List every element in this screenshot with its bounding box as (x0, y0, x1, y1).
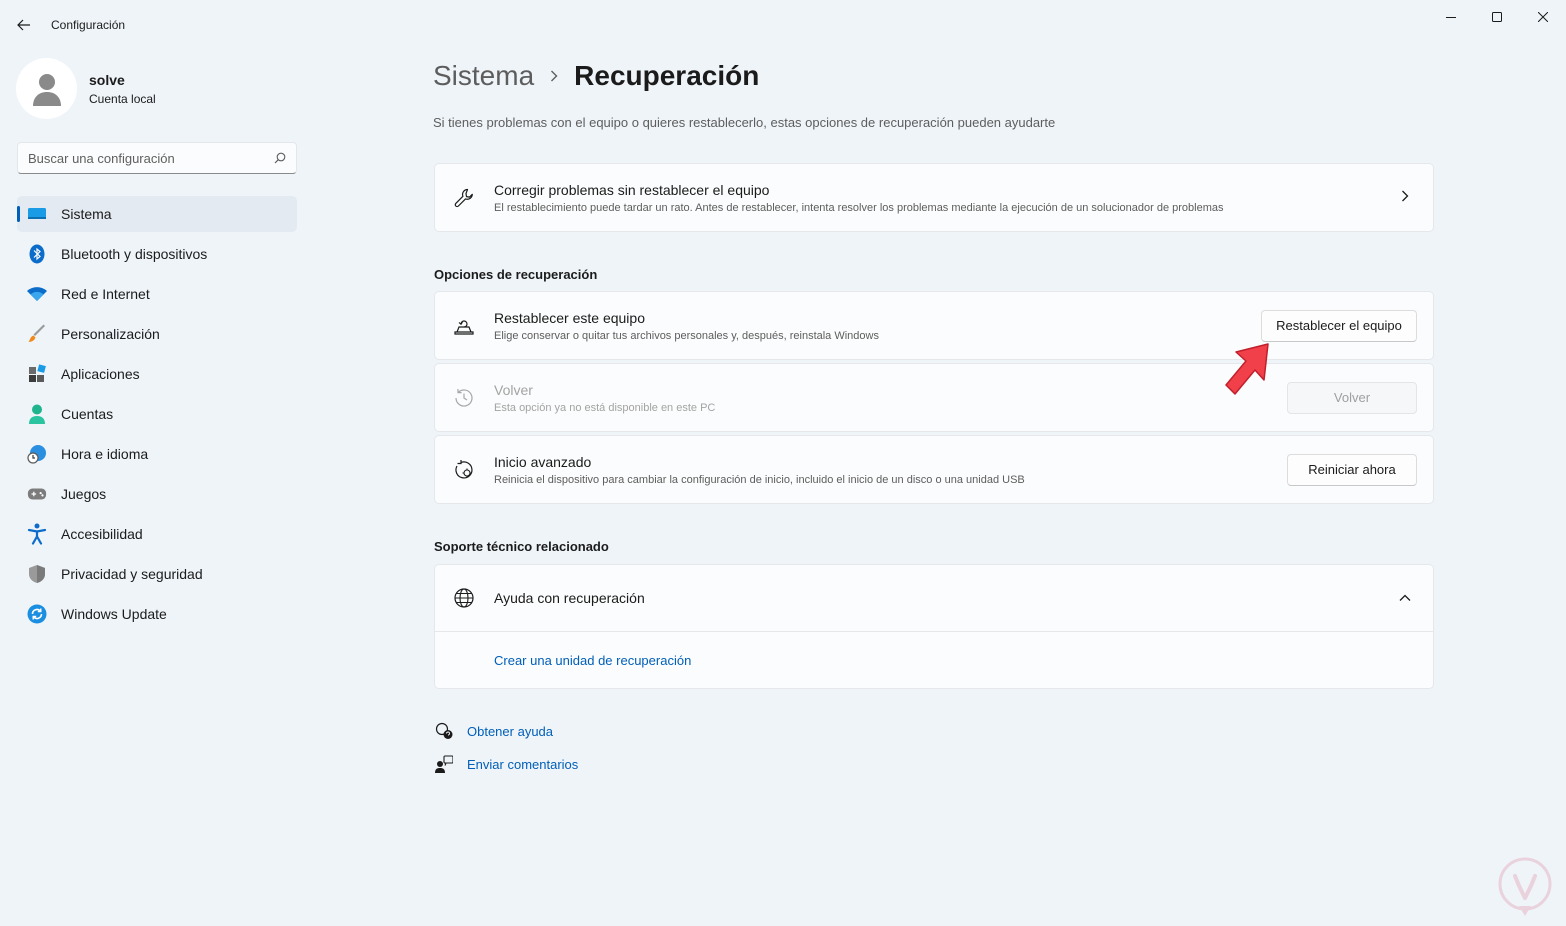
update-icon (27, 604, 47, 624)
globe-clock-icon (27, 444, 47, 464)
reset-pc-button[interactable]: Restablecer el equipo (1261, 309, 1417, 342)
chevron-up-icon[interactable] (1399, 589, 1411, 607)
advanced-startup-title: Inicio avanzado (494, 453, 592, 470)
gamepad-icon (27, 484, 47, 504)
avatar (16, 58, 77, 119)
reset-pc-icon (453, 315, 475, 337)
sidebar-item-accesibilidad[interactable]: Accesibilidad (17, 516, 297, 552)
send-feedback-label[interactable]: Enviar comentarios (467, 757, 578, 772)
breadcrumb-parent[interactable]: Sistema (433, 60, 534, 92)
reset-pc-title: Restablecer este equipo (494, 309, 645, 326)
close-icon (1538, 12, 1548, 22)
sidebar-item-personalizacion[interactable]: Personalización (17, 316, 297, 352)
page-title: Recuperación (574, 60, 760, 91)
watermark-logo-icon (1498, 857, 1552, 916)
recovery-options-heading: Opciones de recuperación (434, 267, 598, 282)
sidebar-item-label: Bluetooth y dispositivos (61, 246, 208, 262)
go-back-card: Volver Esta opción ya no está disponible… (434, 363, 1434, 432)
profile-name: solve (89, 71, 125, 88)
send-feedback-link[interactable]: Enviar comentarios (434, 754, 578, 774)
sidebar-item-label: Hora e idioma (61, 446, 149, 462)
sidebar-item-label: Aplicaciones (61, 366, 140, 382)
bluetooth-icon (27, 244, 47, 264)
shield-icon (27, 564, 47, 584)
sidebar-item-label: Personalización (61, 326, 160, 342)
sidebar-item-red[interactable]: Red e Internet (17, 276, 297, 312)
sidebar-item-windows-update[interactable]: Windows Update (17, 596, 297, 632)
user-profile[interactable]: solve Cuenta local (16, 58, 156, 119)
brush-icon (27, 324, 47, 344)
sidebar-item-label: Sistema (61, 206, 112, 222)
sidebar-item-label: Juegos (61, 486, 107, 502)
get-help-label[interactable]: Obtener ayuda (467, 724, 553, 739)
sidebar-item-cuentas[interactable]: Cuentas (17, 396, 297, 432)
sidebar-item-label: Red e Internet (61, 286, 150, 302)
maximize-icon (1492, 12, 1502, 22)
breadcrumb: Sistema Recuperación (433, 60, 759, 92)
feedback-icon (434, 754, 454, 774)
advanced-startup-icon (453, 459, 475, 481)
sidebar-item-sistema[interactable]: Sistema (17, 196, 297, 232)
monitor-icon (27, 204, 47, 224)
search-input[interactable] (28, 150, 274, 166)
page-subtitle: Si tienes problemas con el equipo o quie… (433, 115, 1056, 130)
back-button[interactable] (10, 12, 38, 38)
sidebar-item-privacidad[interactable]: Privacidad y seguridad (17, 556, 297, 592)
recovery-help-header[interactable]: Ayuda con recuperación (435, 565, 1433, 632)
annotation-arrow-icon (1225, 343, 1269, 395)
sidebar-item-label: Accesibilidad (61, 526, 143, 542)
restart-now-button[interactable]: Reiniciar ahora (1287, 453, 1417, 486)
fix-problems-desc: El restablecimiento puede tardar un rato… (494, 201, 1224, 214)
go-back-button[interactable]: Volver (1287, 381, 1417, 414)
reset-pc-card: Restablecer este equipo Elige conservar … (434, 291, 1434, 360)
recovery-help-title: Ayuda con recuperación (494, 590, 645, 606)
recovery-help-card: Ayuda con recuperación Crear una unidad … (434, 564, 1434, 689)
maximize-button[interactable] (1474, 0, 1520, 34)
sidebar-item-hora[interactable]: Hora e idioma (17, 436, 297, 472)
sidebar-item-label: Windows Update (61, 606, 167, 622)
reset-pc-desc: Elige conservar o quitar tus archivos pe… (494, 329, 879, 342)
globe-icon (453, 587, 475, 609)
title-bar: Configuración (0, 0, 1566, 50)
related-support-heading: Soporte técnico relacionado (434, 539, 609, 554)
create-recovery-drive-link[interactable]: Crear una unidad de recuperación (494, 653, 691, 668)
go-back-title: Volver (494, 381, 533, 398)
get-help-link[interactable]: Obtener ayuda (434, 721, 553, 741)
history-icon (453, 387, 475, 409)
app-title: Configuración (51, 18, 126, 32)
search-icon[interactable] (274, 152, 286, 164)
sidebar-item-label: Cuentas (61, 406, 114, 422)
sidebar-item-aplicaciones[interactable]: Aplicaciones (17, 356, 297, 392)
advanced-startup-card: Inicio avanzado Reinicia el dispositivo … (434, 435, 1434, 504)
sidebar-item-juegos[interactable]: Juegos (17, 476, 297, 512)
fix-problems-title: Corregir problemas sin restablecer el eq… (494, 181, 770, 198)
user-avatar-icon (32, 73, 61, 106)
profile-account-type: Cuenta local (89, 91, 156, 106)
help-chat-icon (434, 721, 454, 741)
minimize-icon (1446, 17, 1456, 18)
fix-problems-card[interactable]: Corregir problemas sin restablecer el eq… (434, 163, 1434, 232)
back-arrow-icon (17, 19, 30, 31)
wrench-icon (453, 187, 475, 209)
advanced-startup-desc: Reinicia el dispositivo para cambiar la … (494, 473, 1025, 486)
sidebar-nav: Sistema Bluetooth y dispositivos Red e I… (17, 196, 297, 636)
close-button[interactable] (1520, 0, 1566, 34)
go-back-desc: Esta opción ya no está disponible en est… (494, 401, 716, 414)
window-controls (1428, 0, 1566, 34)
sidebar-item-label: Privacidad y seguridad (61, 566, 203, 582)
accessibility-icon (27, 523, 47, 545)
sidebar-item-bluetooth[interactable]: Bluetooth y dispositivos (17, 236, 297, 272)
search-box[interactable] (17, 142, 297, 174)
minimize-button[interactable] (1428, 0, 1474, 34)
chevron-right-icon (1401, 189, 1409, 207)
apps-icon (27, 364, 47, 384)
wifi-icon (27, 284, 47, 304)
person-icon (27, 404, 47, 424)
chevron-right-icon (550, 70, 558, 82)
